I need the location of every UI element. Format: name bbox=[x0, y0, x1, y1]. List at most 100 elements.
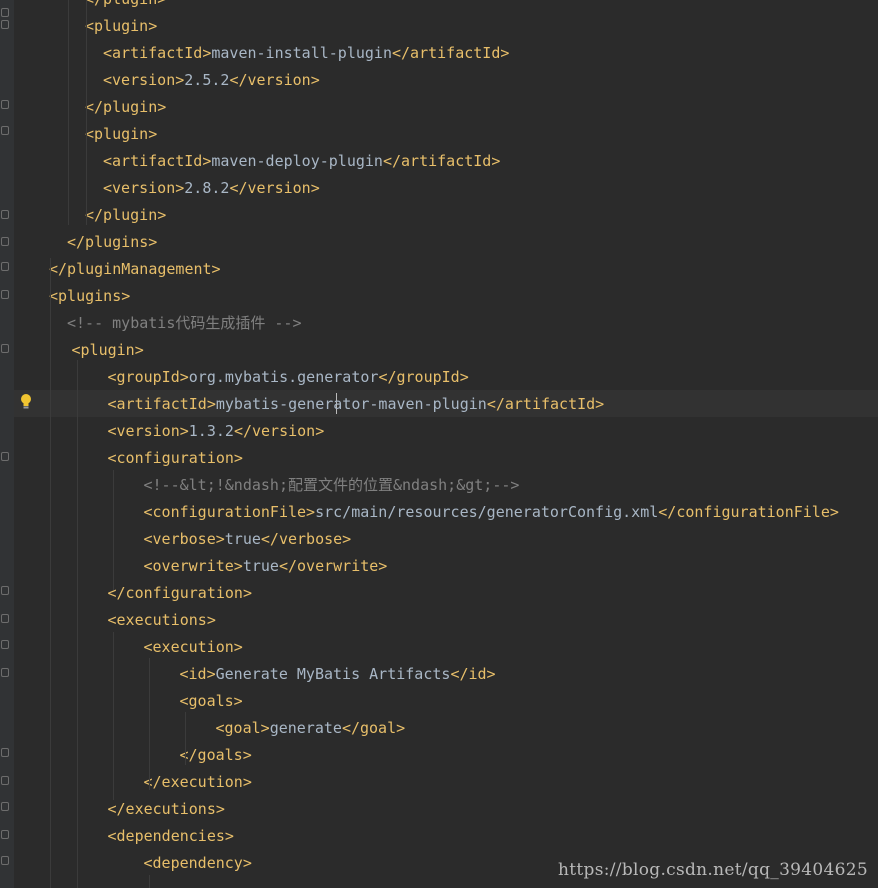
code-line[interactable]: <configurationFile>src/main/resources/ge… bbox=[144, 499, 839, 526]
xml-tag: </plugin> bbox=[85, 206, 167, 224]
indent-guide bbox=[68, 0, 69, 225]
code-line[interactable]: </plugin> bbox=[85, 94, 166, 121]
code-editor[interactable]: </plugin><plugin><artifactId>maven-insta… bbox=[0, 0, 878, 888]
xml-tag: </artifactId> bbox=[486, 395, 605, 413]
xml-text: 2.8.2 bbox=[184, 179, 230, 197]
watermark: https://blog.csdn.net/qq_39404625 bbox=[558, 860, 868, 880]
code-line[interactable]: <!--&lt;!&ndash;配置文件的位置&ndash;&gt;--> bbox=[144, 472, 520, 499]
xml-tag: <executions> bbox=[107, 611, 216, 629]
code-line[interactable]: <version>2.5.2</version> bbox=[103, 67, 320, 94]
xml-tag: </goal> bbox=[341, 719, 406, 737]
code-line[interactable]: <verbose>true</verbose> bbox=[144, 526, 352, 553]
xml-tag: </pluginManagement> bbox=[49, 260, 221, 278]
xml-tag: </plugin> bbox=[85, 0, 166, 8]
code-line[interactable]: <plugin> bbox=[85, 13, 157, 40]
xml-tag: </version> bbox=[229, 71, 320, 89]
code-line[interactable]: </pluginManagement> bbox=[49, 256, 221, 283]
xml-text: src/main/resources/generatorConfig.xml bbox=[315, 503, 659, 521]
xml-tag: <version> bbox=[103, 71, 185, 89]
code-line[interactable]: </plugin> bbox=[85, 0, 166, 13]
xml-tag: <artifactId> bbox=[107, 395, 216, 413]
xml-text: maven-install-plugin bbox=[211, 44, 392, 62]
code-line[interactable]: <goal>generate</goal> bbox=[216, 715, 406, 742]
xml-tag: <id> bbox=[179, 665, 216, 683]
xml-comment: <!--&lt;!&ndash;配置文件的位置&ndash;&gt;--> bbox=[143, 476, 520, 494]
code-line[interactable]: </executions> bbox=[108, 796, 225, 823]
code-line[interactable]: <id>Generate MyBatis Artifacts</id> bbox=[180, 661, 496, 688]
xml-tag: </execution> bbox=[143, 773, 252, 791]
xml-text: Generate MyBatis Artifacts bbox=[215, 665, 451, 683]
indent-guide bbox=[113, 470, 114, 590]
indent-guide bbox=[149, 658, 150, 790]
code-line[interactable]: <goals> bbox=[180, 688, 243, 715]
xml-text: true bbox=[242, 557, 279, 575]
xml-tag: </artifactId> bbox=[382, 152, 501, 170]
xml-text: maven-deploy-plugin bbox=[211, 152, 383, 170]
xml-tag: </version> bbox=[233, 422, 325, 440]
code-line[interactable]: <executions> bbox=[108, 607, 216, 634]
code-line[interactable]: <plugins> bbox=[49, 283, 130, 310]
code-line[interactable]: <execution> bbox=[144, 634, 243, 661]
xml-tag: <dependencies> bbox=[107, 827, 234, 845]
indent-guide bbox=[185, 712, 186, 765]
xml-tag: </artifactId> bbox=[392, 44, 510, 62]
code-line[interactable]: <artifactId>maven-install-plugin</artifa… bbox=[103, 40, 509, 67]
code-line[interactable]: <dependencies> bbox=[108, 823, 234, 850]
code-line[interactable]: <overwrite>true</overwrite> bbox=[144, 553, 388, 580]
xml-text: 2.5.2 bbox=[184, 71, 230, 89]
xml-tag: <configuration> bbox=[107, 449, 243, 467]
code-line[interactable]: </execution> bbox=[144, 769, 252, 796]
xml-tag: <artifactId> bbox=[103, 44, 212, 62]
code-line[interactable]: <plugin> bbox=[85, 121, 157, 148]
code-line[interactable]: <artifactId>maven-deploy-plugin</artifac… bbox=[103, 148, 500, 175]
xml-tag: </executions> bbox=[107, 800, 225, 818]
xml-tag: </configurationFile> bbox=[658, 503, 839, 521]
code-line[interactable]: <artifactId>mybatis-generator-maven-plug… bbox=[108, 391, 605, 418]
xml-tag: <overwrite> bbox=[143, 557, 243, 575]
xml-tag: <plugin> bbox=[85, 125, 158, 143]
xml-tag: <artifactId> bbox=[103, 152, 212, 170]
indent-guide bbox=[50, 258, 51, 888]
code-line[interactable]: <groupId>org.mybatis.generator</groupId> bbox=[108, 364, 469, 391]
xml-tag: <version> bbox=[107, 422, 189, 440]
code-line[interactable]: <configuration> bbox=[108, 445, 243, 472]
code-line[interactable]: </plugin> bbox=[85, 202, 166, 229]
xml-tag: <configurationFile> bbox=[143, 503, 316, 521]
indent-guide bbox=[86, 0, 87, 225]
xml-tag: <verbose> bbox=[143, 530, 225, 548]
xml-tag: </verbose> bbox=[260, 530, 352, 548]
code-line[interactable]: <!-- mybatis代码生成插件 --> bbox=[67, 310, 302, 337]
xml-text: mybatis-generator-maven-plugin bbox=[215, 395, 487, 413]
xml-tag: </goals> bbox=[179, 746, 252, 764]
xml-tag: <groupId> bbox=[107, 368, 189, 386]
xml-tag: <goals> bbox=[179, 692, 243, 710]
code-line[interactable]: </plugins> bbox=[67, 229, 157, 256]
xml-tag: <version> bbox=[103, 179, 185, 197]
xml-tag: <plugins> bbox=[49, 287, 131, 305]
xml-tag: </version> bbox=[229, 179, 320, 197]
xml-tag: <dependency> bbox=[143, 854, 252, 872]
code-line[interactable]: </configuration> bbox=[108, 580, 253, 607]
code-line[interactable]: <plugin> bbox=[72, 337, 144, 364]
xml-tag: </overwrite> bbox=[278, 557, 388, 575]
xml-tag: <plugin> bbox=[71, 341, 144, 359]
xml-text: 1.3.2 bbox=[188, 422, 234, 440]
indent-guide bbox=[113, 632, 114, 800]
xml-tag: <goal> bbox=[215, 719, 270, 737]
xml-tag: </plugins> bbox=[67, 233, 158, 251]
lightbulb-icon[interactable] bbox=[20, 393, 32, 411]
xml-tag: </configuration> bbox=[107, 584, 253, 602]
code-line[interactable]: <dependency> bbox=[144, 850, 252, 877]
code-line[interactable]: <version>2.8.2</version> bbox=[103, 175, 320, 202]
code-line[interactable]: <version>1.3.2</version> bbox=[108, 418, 325, 445]
indent-guide bbox=[149, 875, 150, 888]
code-line[interactable]: </goals> bbox=[180, 742, 252, 769]
xml-comment: <!-- mybatis代码生成插件 --> bbox=[67, 314, 302, 332]
xml-text: org.mybatis.generator bbox=[188, 368, 379, 386]
xml-tag: <plugin> bbox=[85, 17, 158, 35]
xml-tag: </groupId> bbox=[378, 368, 469, 386]
xml-tag: </id> bbox=[450, 665, 496, 683]
xml-text: true bbox=[224, 530, 261, 548]
xml-tag: </plugin> bbox=[85, 98, 167, 116]
xml-tag: <execution> bbox=[143, 638, 243, 656]
